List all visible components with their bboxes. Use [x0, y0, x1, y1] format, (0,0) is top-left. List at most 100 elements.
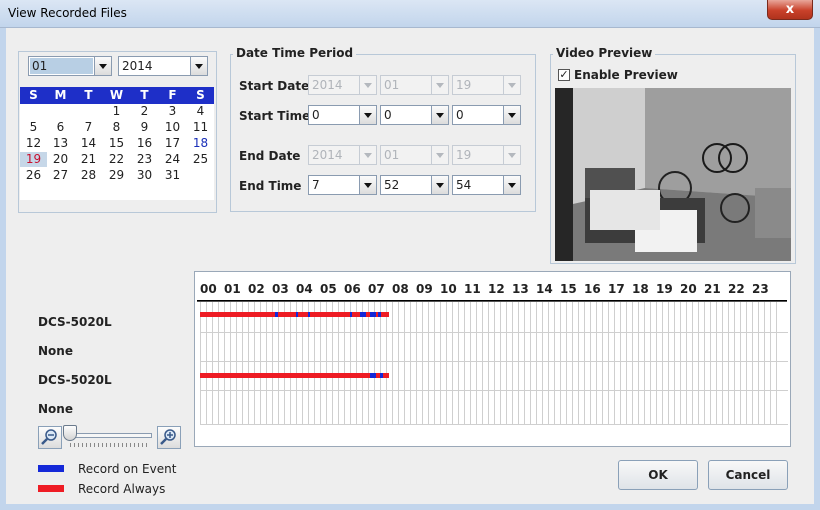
calendar-day[interactable]: 15 — [103, 136, 130, 151]
timeline-grid[interactable] — [200, 302, 788, 425]
record-event-bar[interactable] — [380, 373, 383, 378]
start-hour-select[interactable]: 0 — [308, 105, 377, 125]
chevron-down-icon[interactable] — [503, 76, 520, 94]
cancel-button[interactable]: Cancel — [708, 460, 788, 490]
calendar-day[interactable]: 25 — [187, 152, 214, 167]
start-day-select[interactable]: 19 — [452, 75, 521, 95]
calendar-day[interactable]: 29 — [103, 168, 130, 183]
calendar-day[interactable]: 11 — [187, 120, 214, 135]
grid-column-line — [374, 302, 375, 425]
grid-column-line — [512, 302, 513, 425]
chevron-down-icon[interactable] — [503, 106, 520, 124]
start-month-select[interactable]: 01 — [380, 75, 449, 95]
month-value: 01 — [30, 58, 93, 74]
month-select[interactable]: 01 — [28, 56, 112, 76]
chevron-down-icon[interactable] — [359, 76, 376, 94]
grid-column-line — [758, 302, 759, 425]
year-select[interactable]: 2014 — [118, 56, 208, 76]
calendar-day[interactable]: 14 — [75, 136, 102, 151]
calendar-day[interactable]: 28 — [75, 168, 102, 183]
end-hour-select[interactable]: 7 — [308, 175, 377, 195]
end-second-value: 54 — [456, 178, 472, 192]
calendar-day[interactable]: 6 — [47, 120, 74, 135]
calendar-day[interactable]: 7 — [75, 120, 102, 135]
calendar-day[interactable]: 18 — [187, 136, 214, 151]
calendar-day[interactable]: 12 — [20, 136, 47, 151]
chevron-down-icon[interactable] — [190, 57, 207, 75]
end-month-select[interactable]: 01 — [380, 145, 449, 165]
chevron-down-icon[interactable] — [359, 146, 376, 164]
ok-button[interactable]: OK — [618, 460, 698, 490]
grid-column-line — [680, 302, 681, 425]
calendar-day[interactable]: 2 — [131, 104, 158, 119]
calendar-day[interactable]: 8 — [103, 120, 130, 135]
calendar-day[interactable]: 19 — [20, 152, 47, 167]
calendar-day[interactable]: 26 — [20, 168, 47, 183]
weekday-label: W — [109, 88, 124, 102]
zoom-slider-thumb[interactable] — [63, 425, 77, 441]
end-year-select[interactable]: 2014 — [308, 145, 377, 165]
calendar-day[interactable]: 30 — [131, 168, 158, 183]
record-event-bar[interactable] — [378, 312, 381, 317]
hour-label: 22 — [728, 282, 745, 296]
calendar-day[interactable]: 9 — [131, 120, 158, 135]
hour-label: 11 — [464, 282, 481, 296]
calendar-day[interactable]: 16 — [131, 136, 158, 151]
calendar-day[interactable]: 23 — [131, 152, 158, 167]
calendar-day[interactable]: 27 — [47, 168, 74, 183]
chevron-down-icon[interactable] — [359, 176, 376, 194]
end-second-select[interactable]: 54 — [452, 175, 521, 195]
calendar-day[interactable]: 22 — [103, 152, 130, 167]
hour-label: 17 — [608, 282, 625, 296]
record-event-bar[interactable] — [360, 312, 366, 317]
calendar-day[interactable]: 17 — [159, 136, 186, 151]
record-event-bar[interactable] — [296, 312, 298, 317]
hour-label: 18 — [632, 282, 649, 296]
grid-column-line — [752, 302, 753, 425]
chevron-down-icon[interactable] — [431, 106, 448, 124]
start-year-select[interactable]: 2014 — [308, 75, 377, 95]
end-date-label: End Date — [239, 149, 301, 163]
record-event-bar[interactable] — [350, 312, 352, 317]
chevron-down-icon[interactable] — [359, 106, 376, 124]
record-event-bar[interactable] — [370, 312, 376, 317]
grid-column-line — [458, 302, 459, 425]
grid-column-line — [290, 302, 291, 425]
calendar-day[interactable]: 5 — [20, 120, 47, 135]
chevron-down-icon[interactable] — [503, 176, 520, 194]
calendar-day[interactable]: 4 — [187, 104, 214, 119]
end-year-value: 2014 — [312, 148, 343, 162]
chevron-down-icon[interactable] — [431, 146, 448, 164]
zoom-in-button[interactable] — [157, 426, 181, 449]
chevron-down-icon[interactable] — [503, 146, 520, 164]
calendar-day[interactable]: 10 — [159, 120, 186, 135]
video-preview-legend: Video Preview — [553, 46, 656, 60]
close-button[interactable]: x — [767, 0, 813, 20]
grid-column-line — [650, 302, 651, 425]
grid-column-line — [536, 302, 537, 425]
record-event-bar[interactable] — [370, 373, 376, 378]
start-time-label: Start Time — [239, 109, 311, 123]
calendar-day[interactable]: 20 — [47, 152, 74, 167]
record-event-bar[interactable] — [308, 312, 310, 317]
start-minute-select[interactable]: 0 — [380, 105, 449, 125]
calendar-day[interactable]: 3 — [159, 104, 186, 119]
zoom-out-button[interactable] — [38, 426, 62, 449]
calendar-day[interactable]: 31 — [159, 168, 186, 183]
calendar-weekday-header: S M T W T F S — [20, 87, 214, 104]
record-always-bar[interactable] — [200, 373, 389, 378]
chevron-down-icon[interactable] — [431, 176, 448, 194]
calendar-day[interactable]: 1 — [103, 104, 130, 119]
record-event-bar[interactable] — [275, 312, 278, 317]
chevron-down-icon[interactable] — [94, 57, 111, 75]
end-day-select[interactable]: 19 — [452, 145, 521, 165]
end-minute-select[interactable]: 52 — [380, 175, 449, 195]
start-second-select[interactable]: 0 — [452, 105, 521, 125]
enable-preview-checkbox[interactable]: ✓ — [558, 69, 570, 81]
chevron-down-icon[interactable] — [431, 76, 448, 94]
calendar-day[interactable]: 13 — [47, 136, 74, 151]
zoom-slider-track[interactable] — [68, 433, 152, 438]
calendar-day[interactable]: 21 — [75, 152, 102, 167]
weekday-label: S — [196, 88, 205, 102]
calendar-day[interactable]: 24 — [159, 152, 186, 167]
